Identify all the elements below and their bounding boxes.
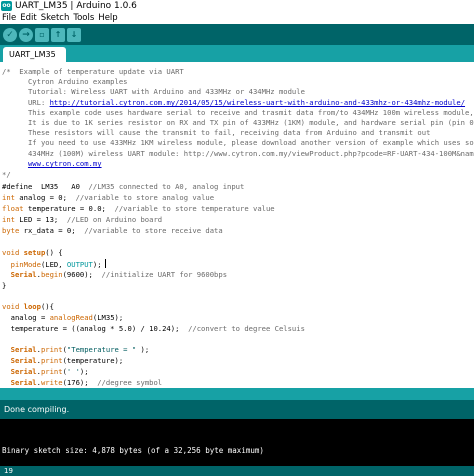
code-line: Cytron Arduino examples [2, 77, 128, 86]
code-line: Serial.begin(9600); //initialize UART fo… [10, 270, 228, 279]
tutorial-link[interactable]: http://tutorial.cytron.com.my/2014/05/15… [50, 98, 465, 107]
code-line: void setup() { [2, 248, 63, 257]
code-line: pinMode(LED, OUTPUT); [2, 259, 106, 269]
code-line: Tutorial: Wireless UART with Arduino and… [2, 87, 305, 96]
code-line: analog = analogRead(LM35); [2, 313, 124, 322]
code-line: This example code uses hardware serial t… [2, 108, 474, 117]
code-line: int LED = 13; //LED on Arduino board [2, 215, 163, 224]
menu-tools[interactable]: Tools [73, 13, 94, 23]
code-line: These resistors will cause the transmit … [2, 128, 431, 137]
menu-bar: File Edit Sketch Tools Help [0, 12, 474, 24]
window-title: UART_LM35 | Arduino 1.0.6 [15, 1, 137, 11]
code-line: It is due to 1K series resistor on RX an… [2, 118, 474, 127]
code-line: #define LM35 A0 //LM35 connected to A0, … [2, 182, 245, 191]
text-cursor [104, 259, 106, 268]
line-number-indicator: 19 [0, 466, 474, 476]
code-line: void loop(){ [2, 302, 54, 311]
code-line: */ [2, 170, 11, 179]
new-sketch-button[interactable]: ▫ [35, 27, 49, 42]
menu-sketch[interactable]: Sketch [41, 13, 70, 23]
menu-file[interactable]: File [2, 13, 16, 23]
menu-help[interactable]: Help [98, 13, 117, 23]
code-line: Serial.print(temperature); [10, 356, 124, 365]
code-line: Serial.print("Temperature = " ); [10, 345, 150, 354]
code-line: Serial.write(176); //degree symbol [10, 378, 163, 387]
menu-edit[interactable]: Edit [20, 13, 36, 23]
console-text: Binary sketch size: 4,878 bytes (of a 32… [2, 446, 264, 455]
code-line: byte rx_data = 0; //variable to store re… [2, 226, 223, 235]
code-line: float temperature = 0.0; //variable to s… [2, 204, 275, 213]
cytron-link[interactable]: www.cytron.com.my [28, 159, 102, 168]
upload-button[interactable]: → [19, 27, 33, 42]
open-sketch-button[interactable]: ↑ [51, 27, 65, 42]
code-line: Serial.print(' '); [10, 367, 89, 376]
verify-button[interactable]: ✓ [3, 27, 17, 42]
title-bar: oo UART_LM35 | Arduino 1.0.6 [0, 0, 474, 12]
code-line: int analog = 0; //variable to store anal… [2, 193, 215, 202]
code-line: If you need to use 433MHz 1KM wireless m… [2, 138, 474, 147]
code-editor[interactable]: /* Example of temperature update via UAR… [0, 62, 474, 388]
code-line: temperature = ((analog * 5.0) / 10.24); … [2, 324, 305, 333]
code-line: www.cytron.com.my [2, 159, 102, 169]
code-line: /* Example of temperature update via UAR… [2, 67, 184, 76]
code-line: 434MHz (100M) wireless UART module: http… [2, 149, 474, 158]
tab-uart-lm35[interactable]: UART_LM35 [3, 47, 66, 62]
editor-console-divider[interactable] [0, 388, 474, 400]
toolbar: ✓ → ▫ ↑ ↓ [0, 24, 474, 45]
status-message: Done compiling. [0, 400, 474, 419]
arduino-logo-icon: oo [1, 1, 12, 11]
code-line: } [2, 281, 7, 290]
tab-bar: UART_LM35 [0, 45, 474, 62]
code-line: URL: http://tutorial.cytron.com.my/2014/… [2, 98, 466, 107]
console-output: Binary sketch size: 4,878 bytes (of a 32… [0, 419, 474, 466]
save-sketch-button[interactable]: ↓ [67, 27, 81, 42]
